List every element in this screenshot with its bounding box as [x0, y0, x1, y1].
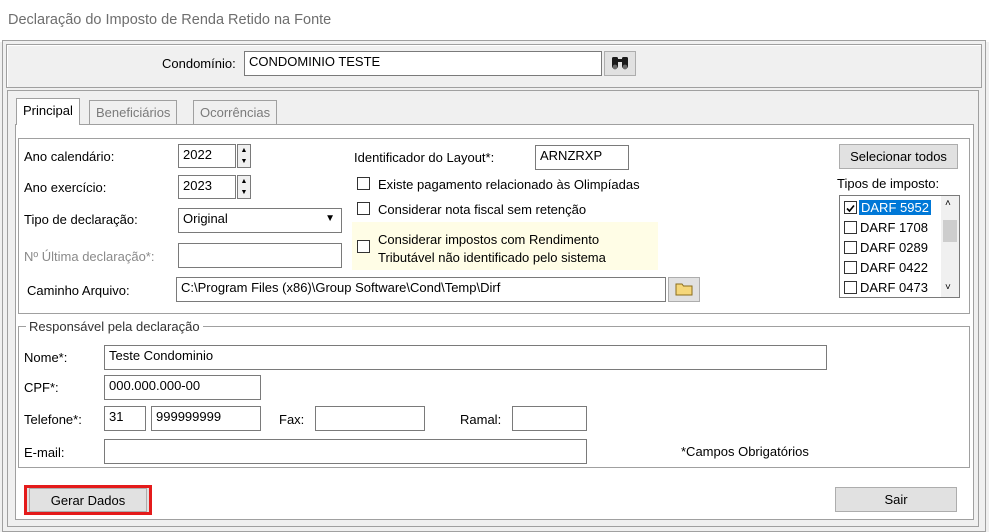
- chevron-down-icon[interactable]: ˅: [945, 282, 951, 293]
- sair-label: Sair: [884, 492, 908, 507]
- ano-exercicio-input[interactable]: 2023: [178, 175, 236, 199]
- tab-beneficiarios[interactable]: Beneficiários: [89, 100, 178, 124]
- ano-calendario-input[interactable]: 2022: [178, 144, 236, 168]
- checkbox[interactable]: [844, 241, 857, 254]
- telefone-label: Telefone*:: [24, 412, 82, 427]
- chevron-up-icon[interactable]: ˄: [945, 198, 951, 209]
- scrollbar-thumb[interactable]: [943, 220, 957, 242]
- responsavel-group-title: Responsável pela declaração: [26, 319, 203, 334]
- search-condominio-button[interactable]: [604, 51, 636, 76]
- tipos-imposto-list[interactable]: DARF 5952 DARF 1708 DARF 0289 DARF 0422 …: [839, 195, 960, 298]
- check-icon: [846, 204, 855, 213]
- list-item[interactable]: DARF 0289: [842, 238, 942, 258]
- telefone-input[interactable]: 999999999: [151, 406, 261, 431]
- ano-calendario-spinner[interactable]: ▲ ▼: [237, 144, 251, 168]
- tipo-declaracao-label: Tipo de declaração:: [24, 212, 138, 227]
- ultima-declaracao-input[interactable]: [178, 243, 342, 268]
- browse-folder-button[interactable]: [668, 277, 700, 302]
- nome-label: Nome*:: [24, 350, 68, 365]
- list-item[interactable]: DARF 0473: [842, 278, 942, 298]
- checkbox[interactable]: [844, 281, 857, 294]
- layout-label: Identificador do Layout*:: [354, 150, 495, 165]
- selecionar-todos-button[interactable]: Selecionar todos: [839, 144, 958, 169]
- condominio-field[interactable]: CONDOMINIO TESTE: [244, 51, 602, 76]
- rendimento-label-line1: Considerar impostos com Rendimento: [378, 232, 600, 247]
- rendimento-label-line2: Tributável não identificado pelo sistema: [378, 250, 606, 265]
- list-item[interactable]: DARF 0422: [842, 258, 942, 278]
- tipo-declaracao-value: Original: [183, 211, 228, 226]
- ramal-label: Ramal:: [460, 412, 502, 427]
- tipo-declaracao-select[interactable]: Original ▼: [178, 208, 342, 233]
- tab-ocorrencias[interactable]: Ocorrências: [193, 100, 278, 124]
- caminho-input[interactable]: C:\Program Files (x86)\Group Software\Co…: [176, 277, 666, 302]
- sair-button[interactable]: Sair: [835, 487, 957, 512]
- condominio-label: Condomínio:: [162, 56, 236, 71]
- email-input[interactable]: [104, 439, 587, 464]
- ddd-input[interactable]: 31: [104, 406, 146, 431]
- list-item-label: DARF 5952: [859, 200, 931, 215]
- folder-icon: [675, 283, 693, 296]
- list-item[interactable]: DARF 5952: [842, 198, 942, 218]
- layout-input[interactable]: ARNZRXP: [535, 145, 629, 170]
- ano-exercicio-label: Ano exercício:: [24, 180, 107, 195]
- rendimento-checkbox[interactable]: [357, 240, 370, 253]
- ano-exercicio-spinner[interactable]: ▲ ▼: [237, 175, 251, 199]
- list-scrollbar[interactable]: ˄ ˅: [941, 196, 959, 297]
- ultima-declaracao-label: Nº Última declaração*:: [24, 249, 155, 264]
- cpf-label: CPF*:: [24, 380, 59, 395]
- list-item-label: DARF 1708: [860, 220, 928, 235]
- nome-input[interactable]: Teste Condominio: [104, 345, 827, 370]
- chevron-down-icon: ▼: [325, 213, 335, 224]
- fax-label: Fax:: [279, 412, 305, 427]
- list-item-label: DARF 0422: [860, 260, 928, 275]
- checkbox[interactable]: [844, 221, 857, 234]
- tab-principal[interactable]: Principal: [16, 98, 80, 125]
- gerar-dados-button[interactable]: Gerar Dados: [29, 488, 147, 512]
- caminho-label: Caminho Arquivo:: [27, 283, 130, 298]
- nota-fiscal-checkbox[interactable]: [357, 202, 370, 215]
- checkbox-checked[interactable]: [844, 201, 857, 214]
- email-label: E-mail:: [24, 445, 65, 460]
- list-item-label: DARF 0473: [860, 280, 928, 295]
- cpf-input[interactable]: 000.000.000-00: [104, 375, 261, 400]
- olimpiadas-label: Existe pagamento relacionado às Olimpíad…: [378, 177, 640, 192]
- list-item-label: DARF 0289: [860, 240, 928, 255]
- campos-obrigatorios-note: *Campos Obrigatórios: [681, 444, 809, 459]
- ramal-input[interactable]: [512, 406, 587, 431]
- ano-calendario-label: Ano calendário:: [24, 149, 115, 164]
- list-item[interactable]: DARF 1708: [842, 218, 942, 238]
- binoculars-icon: [612, 57, 628, 70]
- gerar-dados-label: Gerar Dados: [50, 493, 126, 508]
- nota-fiscal-label: Considerar nota fiscal sem retenção: [378, 202, 587, 217]
- tipos-imposto-label: Tipos de imposto:: [837, 176, 940, 191]
- checkbox[interactable]: [844, 261, 857, 274]
- window-title: Declaração do Imposto de Renda Retido na…: [8, 12, 332, 28]
- fax-input[interactable]: [315, 406, 425, 431]
- olimpiadas-checkbox[interactable]: [357, 177, 370, 190]
